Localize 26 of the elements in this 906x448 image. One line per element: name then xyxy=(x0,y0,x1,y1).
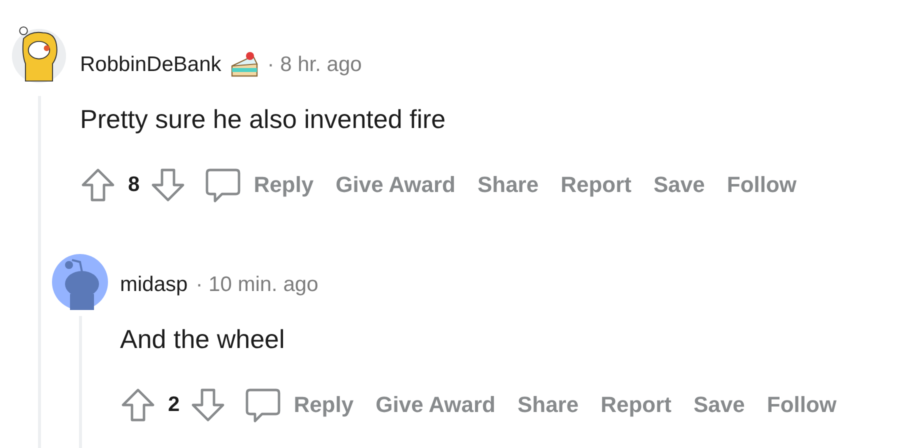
action-button[interactable]: Share xyxy=(509,386,587,424)
timestamp: · 10 min. ago xyxy=(196,273,318,297)
action-button[interactable]: Give Award xyxy=(328,166,464,204)
timestamp: · 8 hr. ago xyxy=(267,53,362,77)
vote-count: 8 xyxy=(128,173,140,197)
action-button[interactable]: Follow xyxy=(718,166,805,204)
action-button[interactable]: Save xyxy=(686,386,753,424)
vote-count: 2 xyxy=(168,393,180,417)
action-button[interactable]: Reply xyxy=(246,166,322,204)
username[interactable]: RobbinDeBank xyxy=(80,53,222,77)
comment-text: Pretty sure he also invented fire xyxy=(80,103,447,136)
action-button[interactable]: Share xyxy=(469,166,547,204)
downvote-icon[interactable] xyxy=(190,387,226,423)
action-button[interactable]: Report xyxy=(552,166,640,204)
comment-icon[interactable] xyxy=(204,166,242,204)
action-button[interactable]: Reply xyxy=(286,386,362,424)
comment-icon[interactable] xyxy=(244,386,282,424)
upvote-icon[interactable] xyxy=(80,167,116,203)
action-button[interactable]: Follow xyxy=(758,386,845,424)
action-button[interactable]: Save xyxy=(646,166,713,204)
upvote-icon[interactable] xyxy=(120,387,156,423)
comment-text: And the wheel xyxy=(120,323,286,356)
downvote-icon[interactable] xyxy=(150,167,186,203)
username[interactable]: midasp xyxy=(120,273,188,297)
action-button[interactable]: Give Award xyxy=(368,386,504,424)
action-button[interactable]: Report xyxy=(592,386,680,424)
